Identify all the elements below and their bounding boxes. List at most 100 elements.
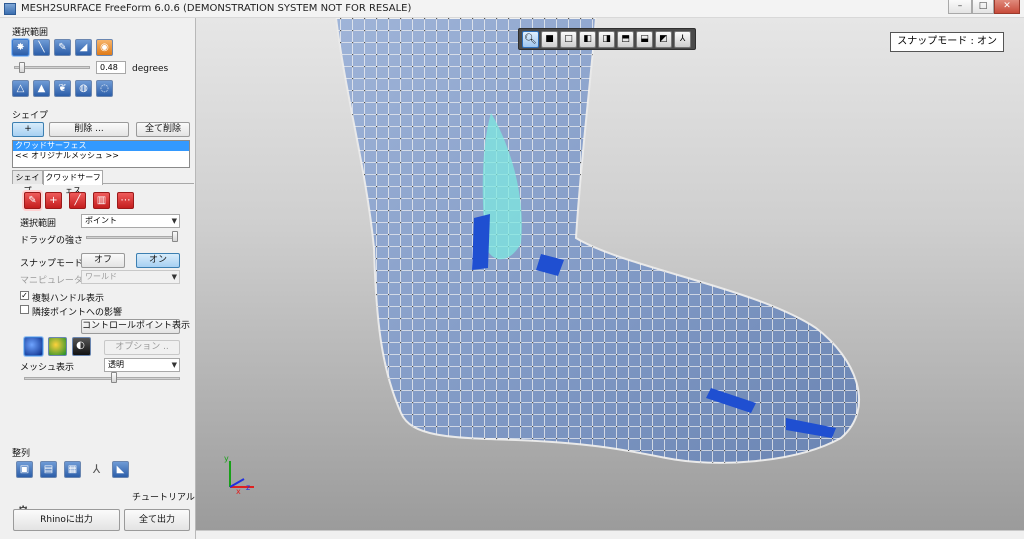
close-button[interactable]: ✕ [994,0,1020,14]
quad-brush-tool[interactable]: ✎ [24,192,41,209]
options-button[interactable]: オプション .. [104,340,180,355]
maximize-button[interactable]: □ [972,0,994,14]
select-point-tool[interactable]: ✸ [12,39,29,56]
drag-strength-thumb[interactable] [172,231,178,242]
export-rhino-button[interactable]: Rhinoに出力 [13,509,120,531]
view-axes-icon: ⅄ [679,34,686,44]
view-back-button[interactable]: □ [560,31,577,48]
add-shape-button[interactable]: + [12,122,44,137]
zoom-button[interactable]: 🔍︎ [522,31,539,48]
view-right-icon: ◨ [602,34,611,44]
align-front-button[interactable]: ▣ [16,461,33,478]
export-all-button[interactable]: 全て出力 [124,509,190,531]
delete-shape-button[interactable]: 削除 ... [49,122,129,137]
status-strip [196,530,1024,539]
align-side-icon: ▤ [43,464,54,475]
tab-shape[interactable]: シェイプ [12,170,43,195]
angle-input[interactable]: 0.48 [96,61,126,74]
tab-quad-surface[interactable]: クワッドサーフェス [43,170,103,195]
quad-dots-icon: ⋯ [120,195,131,206]
app-icon [4,3,16,15]
angle-unit-label: degrees [132,64,169,74]
bird-tool[interactable]: ❦ [54,80,71,97]
quad-split-icon: ▥ [96,195,107,206]
adjacent-points-label: 隣接ポイントへの影響 [32,308,123,318]
mesh-display-thumb[interactable] [111,372,117,383]
snap-off-button[interactable]: オフ [81,253,125,268]
list-item[interactable]: << オリジナルメッシュ >> [13,151,189,161]
mesh-display-label: メッシュ表示 [20,363,75,373]
left-panel: 選択範囲 ✸ ╲ ✎ ◢ ◉ 0.48 degrees △ ▲ ❦ ◍ ◌ シェ… [0,18,196,539]
chevron-down-icon: ▼ [171,273,177,281]
view-back-icon: □ [564,34,573,44]
selection-range-value: ポイント [85,216,117,225]
angle-slider-thumb[interactable] [19,62,25,73]
tutorial-link[interactable]: チュートリアル [132,490,195,503]
align-front-icon: ▣ [19,464,30,475]
select-lasso-tool[interactable]: ◉ [96,39,113,56]
selection-range-select[interactable]: ポイント ▼ [81,214,180,228]
triangle-filled-tool[interactable]: ▲ [33,80,50,97]
view-bottom-button[interactable]: ⬓ [636,31,653,48]
view-left-button[interactable]: ◧ [579,31,596,48]
mesh-model[interactable] [196,18,1024,530]
view-iso-icon: ◩ [659,34,668,44]
wire-display-button[interactable]: ◐ [72,337,91,356]
adjacent-points-checkbox[interactable] [20,305,29,314]
bulb-bright-icon: ◌ [100,83,109,94]
bulb-icon: ◍ [79,83,88,94]
duplicate-handles-checkbox[interactable]: ✓ [20,291,29,300]
view-top-button[interactable]: ⬒ [617,31,634,48]
select-brush-tool[interactable]: ✎ [54,39,71,56]
quad-split-tool[interactable]: ▥ [93,192,110,209]
shaded-display-button[interactable] [24,337,43,356]
align-corner-icon: ◣ [116,464,125,475]
axis-gizmo: y x z [224,454,254,495]
view-front-icon: ■ [545,34,554,44]
snap-on-button[interactable]: オン [136,253,180,268]
quad-add-tool[interactable]: + [45,192,62,209]
select-edge-icon: ╲ [38,42,45,53]
zoom-icon: 🔍︎ [524,34,537,45]
view-axes-button[interactable]: ⅄ [674,31,691,48]
view-iso-button[interactable]: ◩ [655,31,672,48]
select-region-tool[interactable]: ◢ [75,39,92,56]
triangle-outline-tool[interactable]: △ [12,80,29,97]
bird-icon: ❦ [58,83,67,94]
bulb-tool[interactable]: ◍ [75,80,92,97]
shape-section-label: シェイプ [12,111,49,121]
color-display-button[interactable] [48,337,67,356]
view-top-icon: ⬒ [621,34,630,44]
align-corner-button[interactable]: ◣ [112,461,129,478]
triangle-filled-icon: ▲ [37,83,46,94]
control-points-button[interactable]: コントロールポイント表示 [81,319,190,334]
duplicate-handles-label: 複製ハンドル表示 [32,294,105,304]
select-brush-icon: ✎ [58,42,67,53]
axis-y-label: y [224,454,229,463]
view-front-button[interactable]: ■ [541,31,558,48]
quad-line-tool[interactable]: ╱ [69,192,86,209]
align-axis-button[interactable]: ⅄ [88,461,105,478]
view-toolbar: 🔍︎ ■ □ ◧ ◨ ⬒ ⬓ ◩ ⅄ [518,28,696,50]
3d-viewport[interactable]: 🔍︎ ■ □ ◧ ◨ ⬒ ⬓ ◩ ⅄ スナップモード : オン y x z [196,18,1024,530]
select-edge-tool[interactable]: ╲ [33,39,50,56]
mesh-display-select[interactable]: 透明 ▼ [104,358,180,372]
angle-slider-track [14,66,90,69]
chevron-down-icon: ▼ [171,217,177,225]
view-bottom-icon: ⬓ [640,34,649,44]
snap-mode-label: スナップモード [20,259,84,269]
align-side-button[interactable]: ▤ [40,461,57,478]
align-top-button[interactable]: ▦ [64,461,81,478]
delete-all-button[interactable]: 全て削除 [136,122,190,137]
minimize-button[interactable]: – [948,0,972,14]
view-left-icon: ◧ [583,34,592,44]
list-item[interactable]: クワッドサーフェス [13,141,189,151]
bulb-bright-tool[interactable]: ◌ [96,80,113,97]
manipulator-select[interactable]: ワールド ▼ [81,270,180,284]
view-right-button[interactable]: ◨ [598,31,615,48]
quad-dots-tool[interactable]: ⋯ [117,192,134,209]
panel-tabs: シェイプ クワッドサーフェス [12,170,194,195]
shaded-sphere-icon [25,338,40,353]
selection-range-label: 選択範囲 [12,28,49,38]
quad-add-icon: + [49,195,58,206]
